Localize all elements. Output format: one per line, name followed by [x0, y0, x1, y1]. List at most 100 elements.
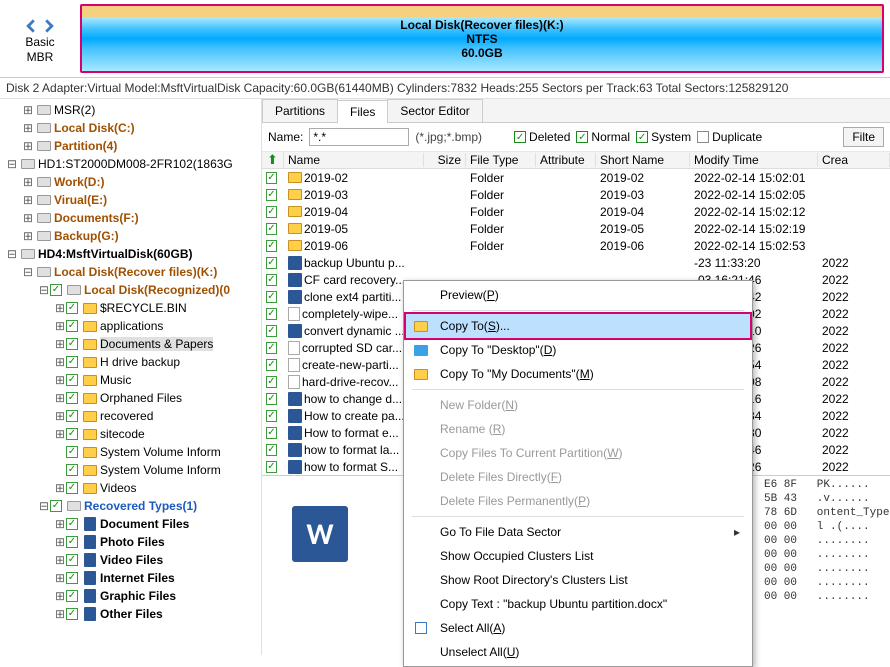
row-checkbox[interactable]	[266, 189, 277, 201]
tree-toggle-icon[interactable]: ⊞	[22, 229, 34, 243]
tree-toggle-icon[interactable]: ⊞	[22, 175, 34, 189]
row-checkbox[interactable]	[266, 376, 277, 388]
menu-item[interactable]: Copy To "My Documents"(M)	[406, 362, 750, 386]
tree-item[interactable]: ⊞Internet Files	[0, 569, 261, 587]
tree-item[interactable]: System Volume Inform	[0, 443, 261, 461]
tree-item[interactable]: ⊞Video Files	[0, 551, 261, 569]
tree-toggle-icon[interactable]: ⊞	[54, 535, 66, 549]
tree-toggle-icon[interactable]: ⊞	[54, 409, 66, 423]
tree-item[interactable]: ⊞Partition(4)	[0, 137, 261, 155]
menu-item[interactable]: Select All(A)	[406, 616, 750, 640]
tree-item[interactable]: ⊞sitecode	[0, 425, 261, 443]
tree-item[interactable]: ⊟Local Disk(Recognized)(0	[0, 281, 261, 299]
tree-toggle-icon[interactable]: ⊞	[22, 121, 34, 135]
tree-item[interactable]: ⊞Videos	[0, 479, 261, 497]
tree-toggle-icon[interactable]: ⊞	[54, 607, 66, 621]
tree-toggle-icon[interactable]: ⊞	[54, 355, 66, 369]
tree-item[interactable]: ⊞MSR(2)	[0, 101, 261, 119]
tree-toggle-icon[interactable]: ⊟	[6, 247, 18, 261]
tree-toggle-icon[interactable]: ⊞	[54, 373, 66, 387]
row-checkbox[interactable]	[266, 393, 277, 405]
tree-toggle-icon[interactable]: ⊟	[38, 499, 50, 513]
menu-item[interactable]: Copy To(S)...	[404, 312, 752, 340]
menu-item[interactable]: Show Occupied Clusters List	[406, 544, 750, 568]
directory-tree[interactable]: ⊞MSR(2)⊞Local Disk(C:)⊞Partition(4)⊟HD1:…	[0, 99, 262, 655]
tree-toggle-icon[interactable]: ⊞	[22, 211, 34, 225]
row-checkbox[interactable]	[266, 461, 277, 473]
row-checkbox[interactable]	[266, 359, 277, 371]
row-checkbox[interactable]	[266, 223, 277, 235]
tree-toggle-icon[interactable]: ⊞	[54, 571, 66, 585]
tree-item[interactable]: ⊞applications	[0, 317, 261, 335]
tree-item[interactable]: ⊞H drive backup	[0, 353, 261, 371]
filter-button[interactable]: Filte	[843, 127, 884, 147]
menu-item[interactable]: Copy To "Desktop"(D)	[406, 338, 750, 362]
tab-partitions[interactable]: Partitions	[262, 99, 338, 122]
row-checkbox[interactable]	[266, 325, 277, 337]
file-row[interactable]: backup Ubuntu p...-23 11:33:202022	[262, 254, 890, 271]
tree-item[interactable]: ⊞Orphaned Files	[0, 389, 261, 407]
tree-toggle-icon[interactable]: ⊞	[22, 103, 34, 117]
partition-bar[interactable]: Local Disk(Recover files)(K:) NTFS 60.0G…	[80, 4, 884, 73]
tree-toggle-icon[interactable]: ⊞	[54, 391, 66, 405]
file-row[interactable]: 2019-05Folder2019-052022-02-14 15:02:19	[262, 220, 890, 237]
file-row[interactable]: 2019-06Folder2019-062022-02-14 15:02:53	[262, 237, 890, 254]
deleted-checkbox[interactable]: Deleted	[514, 130, 570, 144]
tree-item[interactable]: ⊟HD4:MsftVirtualDisk(60GB)	[0, 245, 261, 263]
row-checkbox[interactable]	[266, 172, 277, 184]
tree-toggle-icon[interactable]: ⊞	[54, 427, 66, 441]
tree-item[interactable]: ⊞Backup(G:)	[0, 227, 261, 245]
menu-item[interactable]: Go To File Data Sector▸	[406, 520, 750, 544]
tree-item[interactable]: ⊞Documents & Papers	[0, 335, 261, 353]
row-checkbox[interactable]	[266, 257, 277, 269]
system-checkbox[interactable]: System	[636, 130, 691, 144]
tree-toggle-icon[interactable]: ⊞	[54, 301, 66, 315]
tree-item[interactable]: ⊞Photo Files	[0, 533, 261, 551]
row-checkbox[interactable]	[266, 274, 277, 286]
tree-toggle-icon[interactable]: ⊞	[22, 139, 34, 153]
menu-item[interactable]: Unselect All(U)	[406, 640, 750, 664]
tree-toggle-icon[interactable]: ⊞	[54, 589, 66, 603]
tree-item[interactable]: ⊞Virual(E:)	[0, 191, 261, 209]
row-checkbox[interactable]	[266, 240, 277, 252]
tree-toggle-icon[interactable]: ⊞	[54, 517, 66, 531]
prev-icon[interactable]	[24, 19, 38, 33]
tree-toggle-icon[interactable]: ⊞	[54, 337, 66, 351]
tab-sector-editor[interactable]: Sector Editor	[387, 99, 482, 122]
tree-item[interactable]: ⊞Documents(F:)	[0, 209, 261, 227]
tree-item[interactable]: ⊟Local Disk(Recover files)(K:)	[0, 263, 261, 281]
duplicate-checkbox[interactable]: Duplicate	[697, 130, 762, 144]
row-checkbox[interactable]	[266, 427, 277, 439]
tree-item[interactable]: ⊟HD1:ST2000DM008-2FR102(1863G	[0, 155, 261, 173]
tree-toggle-icon[interactable]: ⊟	[22, 265, 34, 279]
file-row[interactable]: 2019-02Folder2019-022022-02-14 15:02:01	[262, 169, 890, 186]
tree-item[interactable]: ⊞Work(D:)	[0, 173, 261, 191]
tab-files[interactable]: Files	[337, 100, 388, 123]
row-checkbox[interactable]	[266, 410, 277, 422]
normal-checkbox[interactable]: Normal	[576, 130, 630, 144]
tree-toggle-icon[interactable]: ⊞	[54, 553, 66, 567]
row-checkbox[interactable]	[266, 342, 277, 354]
file-row[interactable]: 2019-03Folder2019-032022-02-14 15:02:05	[262, 186, 890, 203]
tree-item[interactable]: ⊞Other Files	[0, 605, 261, 623]
row-checkbox[interactable]	[266, 291, 277, 303]
tree-item[interactable]: ⊞Graphic Files	[0, 587, 261, 605]
up-folder-icon[interactable]: ⬆	[267, 152, 278, 168]
menu-item[interactable]: Show Root Directory's Clusters List	[406, 568, 750, 592]
context-menu[interactable]: Preview(P) Copy To(S)...Copy To "Desktop"…	[403, 280, 753, 667]
tree-item[interactable]: ⊞Document Files	[0, 515, 261, 533]
tree-toggle-icon[interactable]: ⊞	[54, 481, 66, 495]
tree-toggle-icon[interactable]: ⊞	[54, 319, 66, 333]
row-checkbox[interactable]	[266, 444, 277, 456]
tree-item[interactable]: ⊞Local Disk(C:)	[0, 119, 261, 137]
next-icon[interactable]	[42, 19, 56, 33]
tree-item[interactable]: System Volume Inform	[0, 461, 261, 479]
tree-item[interactable]: ⊞$RECYCLE.BIN	[0, 299, 261, 317]
row-checkbox[interactable]	[266, 308, 277, 320]
tree-item[interactable]: ⊟Recovered Types(1)	[0, 497, 261, 515]
tree-item[interactable]: ⊞Music	[0, 371, 261, 389]
menu-item[interactable]: Preview(P)	[406, 283, 750, 307]
tree-toggle-icon[interactable]: ⊟	[6, 157, 18, 171]
menu-item[interactable]: Copy Text : "backup Ubuntu partition.doc…	[406, 592, 750, 616]
name-filter-input[interactable]	[309, 128, 409, 146]
